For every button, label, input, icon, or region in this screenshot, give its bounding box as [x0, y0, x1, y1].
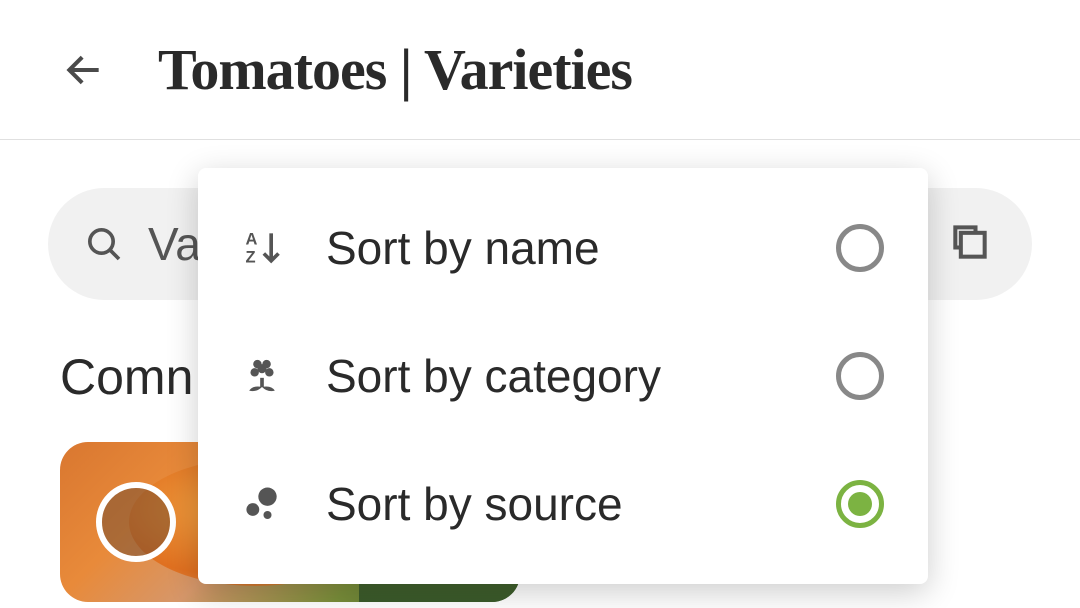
sort-option-label: Sort by source	[326, 477, 836, 531]
search-icon	[84, 224, 124, 264]
card-select-circle[interactable]	[96, 482, 176, 562]
flower-icon	[234, 348, 290, 404]
back-icon[interactable]	[60, 46, 108, 94]
radio-selected[interactable]	[836, 480, 884, 528]
svg-text:A: A	[246, 230, 258, 248]
sort-by-name-option[interactable]: A Z Sort by name	[198, 184, 928, 312]
sort-option-label: Sort by name	[326, 221, 836, 275]
sort-popup: A Z Sort by name Sort by category	[198, 168, 928, 584]
app-header: Tomatoes | Varieties	[0, 0, 1080, 140]
radio-unselected[interactable]	[836, 352, 884, 400]
sort-by-source-option[interactable]: Sort by source	[198, 440, 928, 568]
bubbles-icon	[234, 476, 290, 532]
sort-option-label: Sort by category	[326, 349, 836, 403]
expand-icon[interactable]	[948, 220, 996, 268]
page-title: Tomatoes | Varieties	[158, 36, 632, 103]
svg-text:Z: Z	[246, 249, 256, 267]
sort-by-category-option[interactable]: Sort by category	[198, 312, 928, 440]
radio-unselected[interactable]	[836, 224, 884, 272]
sort-alpha-icon: A Z	[234, 220, 290, 276]
